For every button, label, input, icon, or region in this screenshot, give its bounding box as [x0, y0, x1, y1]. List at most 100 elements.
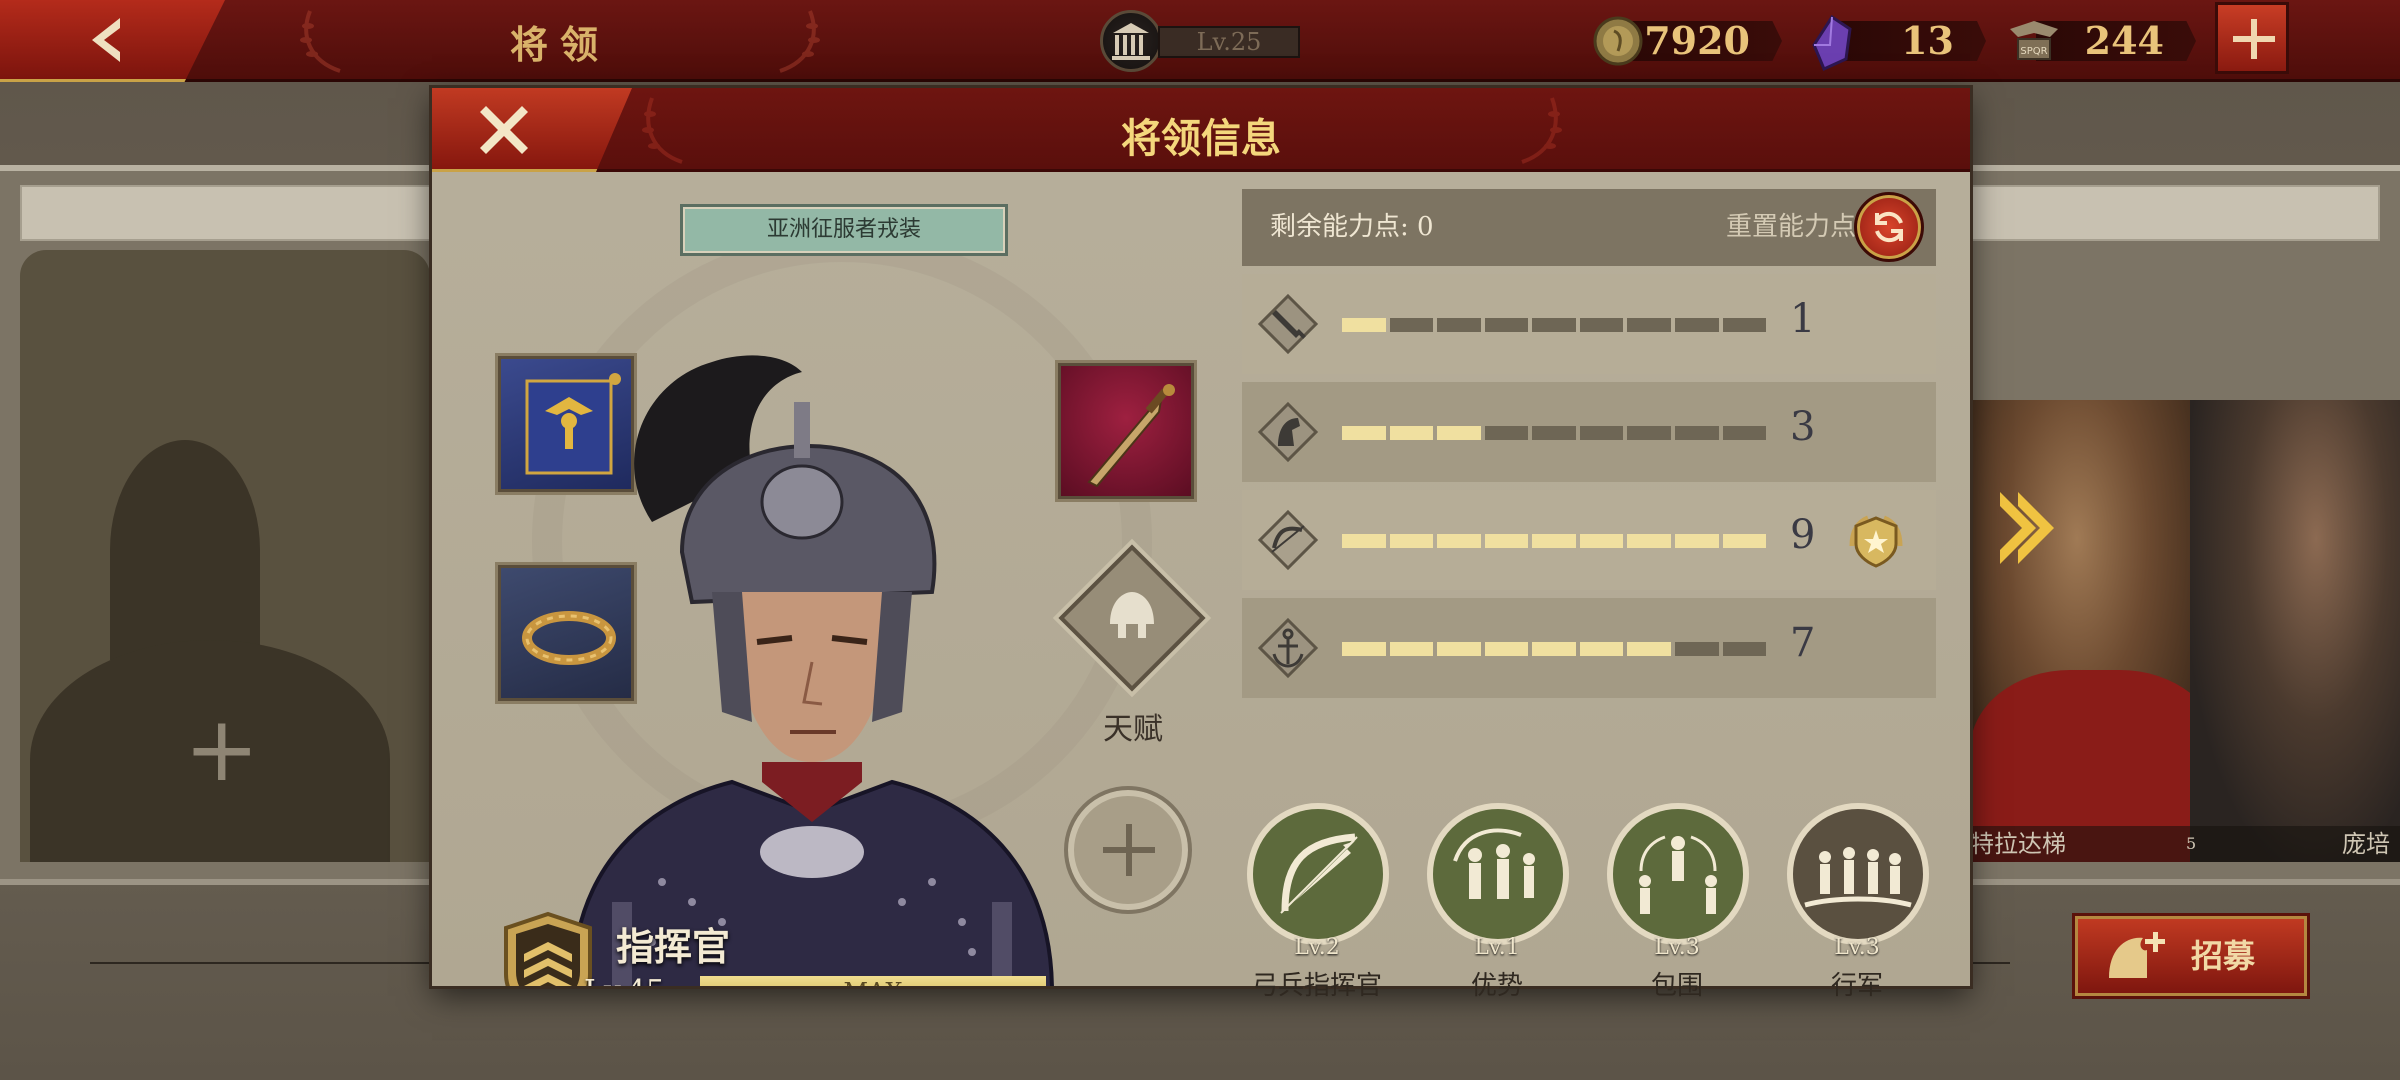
attribute-bar-segment — [1437, 426, 1481, 440]
modal-header: 将领信息 — [432, 88, 1970, 172]
back-button[interactable] — [0, 0, 225, 82]
city-level-value: Lv.25 — [1158, 26, 1300, 58]
talent-label: 天赋 — [1103, 712, 1163, 747]
add-resource-button[interactable] — [2215, 2, 2289, 74]
skill-name: 优势 — [1470, 971, 1523, 1001]
archers-skill-icon — [1427, 803, 1569, 945]
skill-level: Lv.3 — [1834, 935, 1880, 960]
attribute-bar-segment — [1627, 318, 1671, 332]
gem-resource[interactable]: 13 — [1806, 15, 1986, 71]
helmet-silhouette — [110, 440, 260, 660]
add-hero-icon[interactable]: + — [184, 705, 259, 795]
attribute-value: 3 — [1790, 404, 1816, 450]
hero-name-label: 特拉达梯 — [1960, 826, 2180, 862]
horse-icon — [1257, 401, 1319, 463]
recruit-helmet-icon — [2109, 932, 2165, 978]
divider — [90, 962, 434, 964]
attribute-bar — [1342, 426, 1767, 440]
attribute-row-archer[interactable]: 9 — [1242, 490, 1936, 590]
hero-portrait — [570, 355, 1054, 986]
attribute-value: 7 — [1790, 620, 1816, 666]
gem-value: 13 — [1836, 21, 1986, 61]
attribute-bar-segment — [1674, 318, 1719, 332]
roster-heroes-right[interactable] — [1960, 400, 2400, 862]
hero-name-label: 5 庞培 — [2180, 826, 2400, 862]
purple-gem-icon — [1812, 15, 1852, 71]
laurel-right-icon — [1521, 97, 1562, 164]
hero-portrait-pompey — [2190, 400, 2400, 862]
hero-level-row: Lv.45 MAX — [584, 974, 1046, 986]
skill-level: Lv.1 — [1474, 935, 1520, 960]
attribute-bar-segment — [1342, 318, 1386, 332]
skill-level: Lv.3 — [1654, 935, 1700, 960]
remaining-points: 剩余能力点: 0 — [1270, 212, 1434, 242]
hero-name-1: 特拉达梯 — [1970, 830, 2066, 858]
attribute-bar — [1342, 642, 1767, 656]
attribute-value: 9 — [1790, 512, 1816, 558]
reset-points-button[interactable] — [1854, 192, 1924, 262]
attribute-bar-segment — [1579, 318, 1624, 332]
helmet-icon — [1110, 592, 1154, 638]
top-bar: 将领 Lv.25 7920 13 244 SPQR — [0, 0, 2400, 82]
attribute-bar-segment — [1674, 426, 1719, 440]
attribute-bar-segment — [1389, 318, 1434, 332]
points-row: 剩余能力点: 0 重置能力点 — [1242, 189, 1936, 266]
attribute-bar-segment — [1437, 642, 1481, 656]
skill-name: 弓兵指挥官 — [1251, 971, 1382, 1001]
sword-icon — [1257, 293, 1319, 355]
svg-text:SPQR: SPQR — [2020, 46, 2047, 57]
attribute-bar-segment — [1674, 642, 1719, 656]
attribute-bar-segment — [1532, 642, 1576, 656]
back-arrow-icon — [92, 18, 120, 62]
hero-portrait-panel: 亚洲征服者戎装 天赋 指挥官 — [432, 172, 1214, 986]
attribute-bar-segment — [1389, 642, 1434, 656]
next-hero-chevron-icon[interactable] — [1996, 488, 2056, 568]
attribute-bar-segment — [1484, 642, 1529, 656]
encircle-skill-icon — [1607, 803, 1749, 945]
attribute-bar-segment — [1484, 534, 1529, 548]
attribute-bar-segment — [1579, 534, 1624, 548]
attribute-bar-segment — [1532, 318, 1576, 332]
bow-icon — [1257, 509, 1319, 571]
gold-value: 7920 — [1622, 21, 1782, 61]
gold-coin-icon — [1593, 16, 1643, 66]
attribute-bar-segment — [1722, 534, 1767, 548]
attribute-bar-segment — [1674, 534, 1719, 548]
city-level[interactable]: Lv.25 — [1100, 10, 1305, 72]
attribute-bar-segment — [1627, 642, 1671, 656]
attribute-bar-segment — [1389, 534, 1434, 548]
hero-level-fragment: 5 — [2186, 834, 2197, 853]
recruit-button[interactable]: 招募 — [2072, 913, 2310, 999]
attribute-bar-segment — [1342, 642, 1386, 656]
attribute-bar-segment — [1627, 426, 1671, 440]
spqr-resource[interactable]: 244 SPQR — [2006, 15, 2196, 67]
attribute-row-navy[interactable]: 7 — [1242, 598, 1936, 698]
attribute-value: 1 — [1790, 296, 1816, 342]
costume-tag[interactable]: 亚洲征服者戎装 — [680, 204, 1008, 256]
attribute-bar-segment — [1532, 426, 1576, 440]
page-title: 将领 — [509, 22, 610, 67]
laurel-left-icon — [300, 10, 341, 73]
attribute-row-cavalry[interactable]: 3 — [1242, 382, 1936, 482]
exp-bar-max: MAX — [700, 976, 1046, 986]
laurel-right-icon — [779, 10, 820, 73]
hero-info-modal: 将领信息 亚洲征服者戎装 天赋 指挥官 剩余能力点: 0 重置能力点 1 3 9… — [432, 88, 1970, 1001]
remaining-points-value: 0 — [1417, 212, 1434, 242]
add-slot-button[interactable] — [1064, 786, 1192, 914]
spqr-eagle-icon: SPQR — [2010, 21, 2058, 60]
attribute-row-infantry[interactable]: 1 — [1242, 274, 1936, 374]
attribute-bar-segment — [1627, 534, 1671, 548]
hero-name-2: 庞培 — [2342, 830, 2390, 858]
reset-points-label: 重置能力点 — [1726, 212, 1857, 242]
gold-resource[interactable]: 7920 — [1592, 15, 1782, 67]
hero-level: Lv.45 — [584, 974, 665, 986]
attribute-bar — [1342, 318, 1767, 332]
refresh-icon — [1875, 211, 1903, 243]
attribute-bar-segment — [1437, 534, 1481, 548]
modal-title: 将领信息 — [1121, 115, 1281, 162]
recruit-label: 招募 — [2191, 937, 2256, 975]
temple-icon — [1100, 10, 1162, 72]
attribute-bar-segment — [1389, 426, 1434, 440]
attribute-bar-segment — [1437, 318, 1481, 332]
attribute-bar-segment — [1722, 426, 1767, 440]
